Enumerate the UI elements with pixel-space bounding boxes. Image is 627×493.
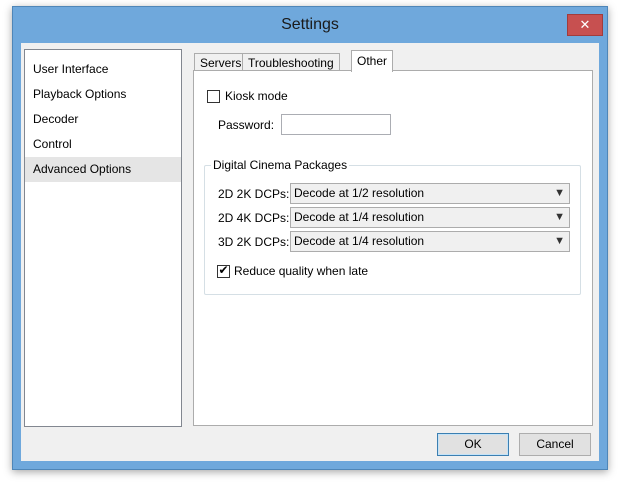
close-icon: ✕ [579, 17, 591, 32]
tab-other[interactable]: Other [351, 50, 394, 72]
reduce-quality-label: Reduce quality when late [234, 264, 369, 278]
sidebar-item-control[interactable]: Control [25, 132, 181, 157]
title-bar[interactable]: Settings ✕ [13, 7, 607, 43]
settings-window: Settings ✕ User Interface Playback Optio… [12, 6, 608, 470]
kiosk-mode-checkbox[interactable] [207, 90, 220, 103]
dcp-2d-4k-label: 2D 4K DCPs: [218, 211, 290, 225]
dcp-3d-2k-select[interactable]: Decode at 1/4 resolution ▼ [290, 231, 570, 252]
chevron-down-icon: ▼ [554, 235, 565, 247]
dcp-2d-4k-value: Decode at 1/4 resolution [294, 210, 425, 224]
dcp-2d-4k-select[interactable]: Decode at 1/4 resolution ▼ [290, 207, 570, 228]
dcp-2d-2k-select[interactable]: Decode at 1/2 resolution ▼ [290, 183, 570, 204]
dcp-3d-2k-value: Decode at 1/4 resolution [294, 234, 425, 248]
kiosk-mode-label: Kiosk mode [225, 89, 288, 103]
reduce-quality-checkbox[interactable]: ✔ [217, 263, 230, 278]
chevron-down-icon: ▼ [554, 187, 565, 199]
sidebar-item-decoder[interactable]: Decoder [25, 107, 181, 132]
password-field[interactable] [281, 114, 391, 135]
close-button[interactable]: ✕ [567, 14, 603, 36]
ok-button[interactable]: OK [437, 433, 509, 456]
window-title: Settings [281, 16, 339, 33]
tab-panel-other: Kiosk mode Password: Digital Cinema Pack… [193, 70, 593, 426]
dcp-3d-2k-label: 3D 2K DCPs: [218, 235, 290, 249]
sidebar-item-playback-options[interactable]: Playback Options [25, 82, 181, 107]
dcp-2d-2k-label: 2D 2K DCPs: [218, 187, 290, 201]
checkmark-icon: ✔ [218, 263, 229, 277]
dialog-body: User Interface Playback Options Decoder … [21, 43, 599, 461]
group-title: Digital Cinema Packages [211, 158, 350, 172]
chevron-down-icon: ▼ [554, 211, 565, 223]
cancel-button[interactable]: Cancel [519, 433, 591, 456]
dcp-2d-2k-value: Decode at 1/2 resolution [294, 186, 425, 200]
digital-cinema-packages-group: Digital Cinema Packages 2D 2K DCPs: Deco… [204, 158, 581, 295]
sidebar-item-user-interface[interactable]: User Interface [25, 57, 181, 82]
password-label: Password: [218, 118, 275, 132]
sidebar-item-advanced-options[interactable]: Advanced Options [25, 157, 181, 182]
settings-category-list: User Interface Playback Options Decoder … [24, 49, 182, 427]
